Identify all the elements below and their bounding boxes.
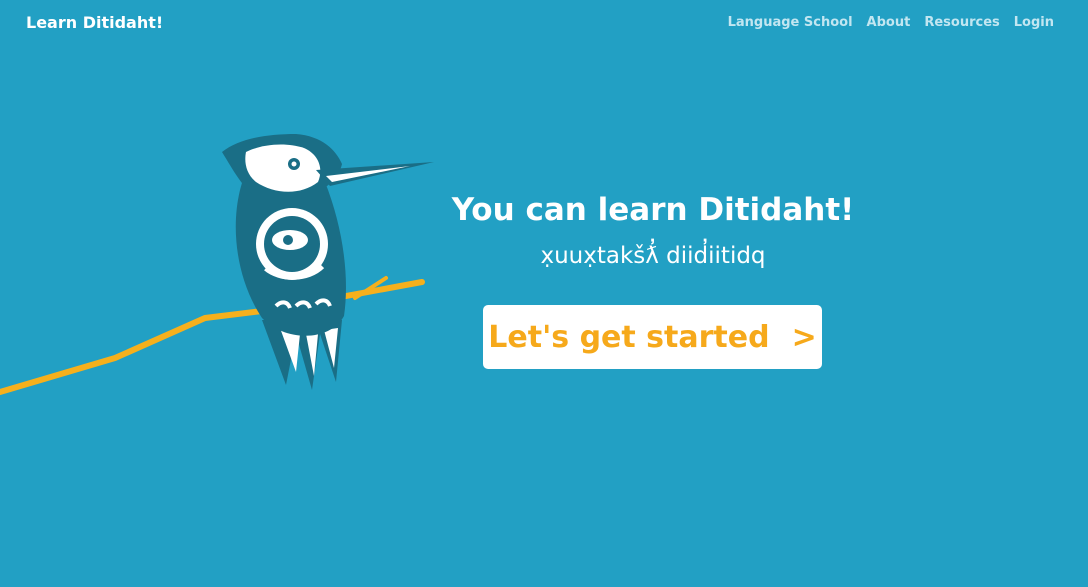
nav-resources[interactable]: Resources	[924, 15, 999, 30]
hero-headline: You can learn Ditidaht!	[451, 192, 855, 228]
kingfisher-illustration-icon	[0, 134, 434, 395]
nav-login[interactable]: Login	[1014, 15, 1054, 30]
brand-link[interactable]: Learn Ditidaht!	[26, 13, 163, 32]
chevron-right-icon: >	[791, 319, 817, 355]
get-started-button[interactable]: Let's get started >	[483, 305, 822, 369]
branch-icon	[0, 276, 425, 395]
hero-subline: x̣uux̣takšƛ̓ diid̓iitidq	[540, 243, 766, 269]
get-started-label: Let's get started	[488, 319, 770, 355]
nav-language-school[interactable]: Language School	[728, 15, 853, 30]
top-nav: Language School About Resources Login	[728, 15, 1054, 30]
nav-about[interactable]: About	[867, 15, 911, 30]
